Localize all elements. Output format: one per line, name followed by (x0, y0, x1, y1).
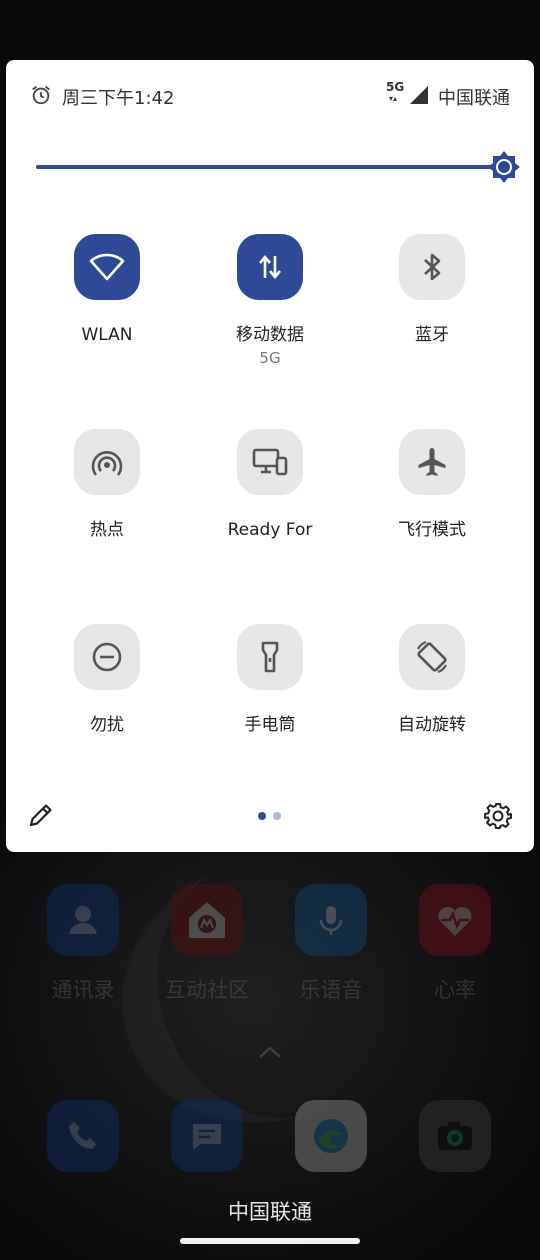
tile-label: 手电筒 (244, 715, 296, 735)
tile-ready-for[interactable]: Ready For (195, 429, 345, 541)
auto-rotate-icon (417, 640, 447, 674)
flashlight-icon (261, 641, 279, 673)
quick-settings-panel: 周三下午1:42 5G ▾▴ 中国联通 WLAN 移动数据 5G 蓝牙 热点 R… (6, 60, 534, 852)
tile-button[interactable] (237, 624, 303, 690)
status-row: 周三下午1:42 5G ▾▴ 中国联通 (6, 80, 534, 112)
tile-sublabel: 5G (259, 349, 281, 367)
network-type-label: 5G (386, 80, 405, 94)
edit-pencil-icon[interactable] (28, 802, 54, 828)
page-dot (273, 812, 281, 820)
brightness-icon[interactable] (488, 151, 520, 183)
tile-wlan[interactable]: WLAN (32, 234, 182, 346)
tile-bluetooth[interactable]: 蓝牙 (357, 234, 507, 346)
settings-gear-icon[interactable] (484, 802, 512, 830)
tile-label: WLAN (81, 325, 133, 345)
mobile-data-icon (259, 254, 281, 280)
tile-label: Ready For (227, 520, 313, 540)
page-indicator (258, 812, 288, 820)
data-activity-icon: ▾▴ (389, 94, 398, 103)
tile-flashlight[interactable]: 手电筒 (195, 624, 345, 736)
status-time: 周三下午1:42 (62, 88, 175, 109)
tile-auto-rotate[interactable]: 自动旋转 (357, 624, 507, 736)
status-carrier: 中国联通 (438, 88, 510, 109)
airplane-icon (418, 448, 446, 476)
ready-for-icon (252, 448, 288, 476)
do-not-disturb-icon (92, 642, 122, 672)
bluetooth-icon (424, 253, 441, 281)
alarm-icon (32, 86, 50, 105)
tile-label: 飞行模式 (398, 520, 466, 540)
tile-label: 移动数据 (236, 325, 304, 345)
tile-label: 勿扰 (90, 715, 124, 735)
hotspot-icon (91, 451, 123, 476)
tile-airplane-mode[interactable]: 飞行模式 (357, 429, 507, 541)
tile-label: 自动旋转 (398, 715, 466, 735)
page-dot-active (258, 812, 266, 820)
tile-button[interactable] (237, 429, 303, 495)
tile-label: 蓝牙 (415, 325, 449, 345)
tile-label: 热点 (90, 520, 124, 540)
tile-do-not-disturb[interactable]: 勿扰 (32, 624, 182, 736)
brightness-track[interactable] (36, 165, 504, 169)
tile-button[interactable] (74, 624, 140, 690)
tile-button[interactable] (74, 429, 140, 495)
tile-button[interactable] (399, 624, 465, 690)
tile-button[interactable] (399, 429, 465, 495)
tile-button[interactable] (237, 234, 303, 300)
bottom-carrier-label: 中国联通 (228, 1200, 312, 1224)
wifi-icon (89, 253, 125, 281)
tile-mobile-data[interactable]: 移动数据 5G (195, 234, 345, 367)
tile-hotspot[interactable]: 热点 (32, 429, 182, 541)
cell-signal-icon (410, 86, 428, 104)
tile-button[interactable] (74, 234, 140, 300)
tile-button[interactable] (399, 234, 465, 300)
brightness-slider[interactable] (36, 151, 520, 183)
home-gesture-bar[interactable] (180, 1238, 360, 1244)
